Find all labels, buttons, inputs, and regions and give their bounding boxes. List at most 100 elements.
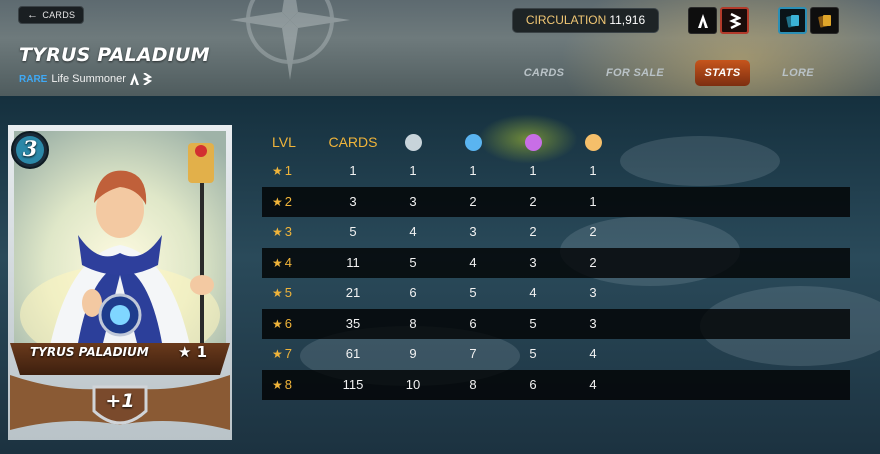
stat-cell-c2: 4 [469, 254, 477, 270]
table-row: ★ 2 3 3 2 2 1 [262, 186, 850, 218]
circulation-badge: CIRCULATION 11,916 [512, 8, 659, 33]
table-row: ★ 5 21 6 5 4 3 [262, 278, 850, 309]
purple-dot-icon [524, 133, 542, 151]
stat-cell-c4: 3 [589, 315, 597, 331]
gold-foil-button[interactable] [810, 7, 839, 34]
table-row: ★ 1 1 1 1 1 1 [262, 156, 850, 187]
stat-cell-c2: 8 [469, 376, 477, 392]
level-number: 1 [284, 163, 292, 178]
table-row: ★ 4 11 5 4 3 2 [262, 247, 850, 279]
table-row: ★ 7 61 9 7 5 4 [262, 339, 850, 370]
card-name-label: TYRUS PALADIUM [30, 345, 149, 359]
back-to-cards-button[interactable]: ← CARDS [18, 6, 85, 24]
tab-cards[interactable]: CARDS [512, 60, 576, 86]
stat-cell-c3: 2 [529, 193, 537, 209]
stat-cell-c4: 4 [589, 346, 597, 361]
table-row: ★ 6 35 8 6 5 3 [262, 308, 850, 339]
header-lvl: LVL [272, 134, 296, 150]
regular-foil-button[interactable] [778, 7, 807, 34]
star-icon: ★ [272, 164, 283, 178]
blue-dot-icon [464, 133, 482, 151]
header-cards: CARDS [328, 134, 378, 150]
stat-cell-c2: 2 [469, 193, 477, 209]
circulation-value: 11,916 [609, 13, 646, 27]
star-icon: ★ [272, 316, 283, 331]
regular-dot-icon [404, 133, 422, 151]
table-row: ★ 3 5 4 3 2 2 [262, 217, 850, 248]
stat-cell-c2: 5 [469, 285, 477, 300]
circulation-label: CIRCULATION [525, 13, 607, 27]
stat-cell-cards: 115 [342, 376, 364, 392]
stat-cell-c2: 3 [469, 224, 477, 239]
stat-cell-c3: 2 [529, 224, 537, 239]
header-regular-dot [388, 128, 438, 156]
stats-table: LVL CARDS ★ 1 1 1 1 1 1 ★ 2 3 3 2 2 1 ★ 3 5 4 3 2 2 ★ 4 11 5 4 3 2 ★… [262, 128, 850, 400]
level-cell: ★ 7 [272, 339, 316, 370]
star-icon: ★ [272, 255, 283, 270]
stat-cell-c4: 4 [589, 376, 597, 392]
stat-cell-c3: 3 [529, 254, 537, 270]
star-icon: ★ [272, 194, 283, 209]
stat-cell-c4: 2 [589, 254, 597, 270]
star-icon: ★ [272, 225, 283, 239]
star-icon: ★ [272, 347, 283, 361]
stat-cell-cards: 21 [345, 285, 361, 300]
level-cell: ★ 8 [272, 370, 316, 401]
stat-cell-c4: 1 [589, 193, 597, 209]
stat-cell-cards: 1 [349, 163, 357, 178]
header-blue-dot [448, 128, 498, 156]
header-purple-dot [508, 128, 558, 156]
stat-cell-cards: 5 [349, 224, 357, 239]
tab-stats[interactable]: STATS [695, 60, 750, 86]
stat-cell-c1: 10 [405, 376, 421, 392]
header-band: ← CARDS TYRUS PALADIUM RARE Life Summone… [0, 0, 880, 96]
stat-cell-c4: 3 [589, 285, 597, 300]
level-cell: ★ 2 [272, 187, 316, 218]
level-number: 3 [284, 224, 292, 239]
beta-edition-icon [728, 12, 741, 29]
level-cell: ★ 4 [272, 248, 316, 279]
stat-cell-c1: 9 [409, 346, 417, 361]
arrow-left-icon: ← [27, 9, 39, 21]
card-bonus-label: +1 [105, 390, 135, 412]
alpha-edition-icon [697, 13, 708, 28]
level-number: 4 [284, 254, 292, 270]
level-cell: ★ 1 [272, 156, 316, 187]
header-gold-dot [568, 128, 618, 156]
stat-cell-c3: 4 [529, 285, 537, 300]
back-button-label: CARDS [42, 10, 76, 20]
regular-card-icon [785, 14, 799, 28]
beta-edition-filter-button[interactable] [720, 7, 749, 34]
star-icon: ★ [272, 377, 283, 392]
stat-cell-cards: 11 [346, 254, 360, 270]
level-number: 7 [284, 346, 292, 361]
stat-cell-cards: 3 [349, 193, 357, 209]
stat-cell-c3: 5 [529, 346, 537, 361]
stat-cell-c1: 1 [409, 163, 417, 178]
stat-cell-c4: 1 [589, 163, 597, 178]
stat-cell-c3: 6 [529, 376, 537, 392]
level-cell: ★ 5 [272, 278, 316, 309]
tab-for-sale[interactable]: FOR SALE [600, 60, 670, 86]
level-cell: ★ 3 [272, 217, 316, 248]
level-number: 2 [284, 193, 292, 209]
mana-cost: 3 [22, 136, 38, 161]
level-number: 6 [284, 315, 292, 331]
stat-cell-c2: 1 [469, 163, 477, 178]
alpha-edition-filter-button[interactable] [688, 7, 717, 34]
gold-dot-icon [584, 133, 602, 151]
star-icon: ★ [272, 286, 283, 300]
stats-rows: ★ 1 1 1 1 1 1 ★ 2 3 3 2 2 1 ★ 3 5 4 3 2 2 ★ 4 11 5 4 3 2 ★ 5 21 6 5 4 3 ★ 6 3… [262, 156, 850, 400]
stat-cell-cards: 61 [345, 346, 361, 361]
card-image[interactable]: 3 TYRUS PALADIUM ★ 1 +1 [8, 125, 232, 440]
stat-cell-c1: 8 [409, 315, 417, 331]
stat-cell-c3: 5 [529, 315, 537, 331]
level-number: 5 [284, 285, 292, 300]
table-row: ★ 8 115 10 8 6 4 [262, 369, 850, 401]
tab-lore[interactable]: LORE [772, 60, 824, 86]
stat-cell-cards: 35 [345, 315, 361, 331]
stat-cell-c1: 3 [409, 193, 417, 209]
stat-cell-c1: 4 [409, 224, 417, 239]
level-number: 8 [284, 376, 292, 392]
gold-card-icon [817, 14, 831, 28]
